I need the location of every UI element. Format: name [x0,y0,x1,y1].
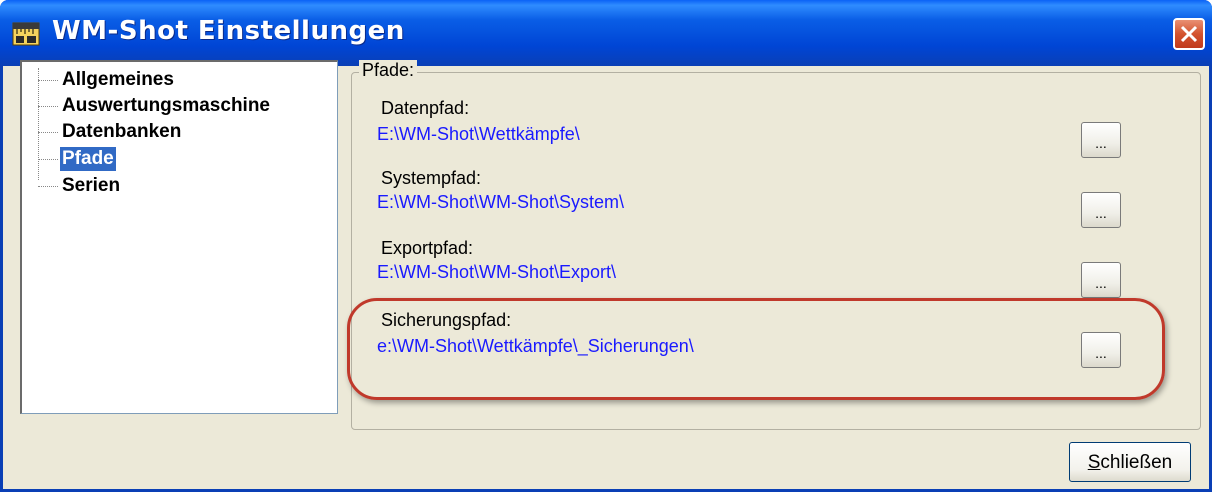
title-bar[interactable]: WM-Shot Einstellungen [0,0,1212,66]
tree-branch [38,80,58,81]
tree-item-pfade[interactable]: Pfade [22,147,322,171]
export-path-value: E:\WM-Shot\WM-Shot\Export\ [377,262,617,282]
window-title: WM-Shot Einstellungen [52,16,405,46]
system-path-browse-button[interactable]: ... [1081,192,1121,228]
paths-group-title: Pfade: [359,60,418,81]
close-button-accesskey: S [1087,452,1101,473]
settings-tree[interactable]: Allgemeines Auswertungsmaschine Datenban… [20,60,338,414]
data-path-browse-button[interactable]: ... [1081,122,1121,158]
tree-branch [38,106,58,107]
tree-branch [38,159,58,160]
system-path-value: E:\WM-Shot\WM-Shot\System\ [377,192,625,212]
tree-item-label: Auswertungsmaschine [62,95,270,116]
data-path-label: Datenpfad: [381,98,470,118]
data-path-value: E:\WM-Shot\Wettkämpfe\ [377,124,580,144]
close-icon [1180,25,1198,43]
close-button-label: chließen [1100,452,1173,473]
tree-branch [38,132,58,133]
tree-item-label: Allgemeines [62,69,174,90]
tree-branch [38,186,58,187]
app-icon [12,22,40,46]
highlight-annotation [347,298,1165,400]
close-button[interactable]: Schließen [1069,442,1191,482]
settings-window: WM-Shot Einstellungen Allgemeines Auswer… [0,0,1212,492]
window-close-button[interactable] [1173,18,1205,50]
tree-item-label: Serien [62,175,121,196]
tree-item-allgemeines[interactable]: Allgemeines [22,68,322,92]
export-path-browse-button[interactable]: ... [1081,262,1121,298]
tree-item-datenbanken[interactable]: Datenbanken [22,120,322,144]
export-path-label: Exportpfad: [381,238,474,258]
tree-item-serien[interactable]: Serien [22,174,322,198]
tree-item-label: Datenbanken [62,121,182,142]
tree-item-label-selected: Pfade [60,147,116,171]
tree-item-auswertungsmaschine[interactable]: Auswertungsmaschine [22,94,322,118]
system-path-label: Systempfad: [381,168,482,188]
